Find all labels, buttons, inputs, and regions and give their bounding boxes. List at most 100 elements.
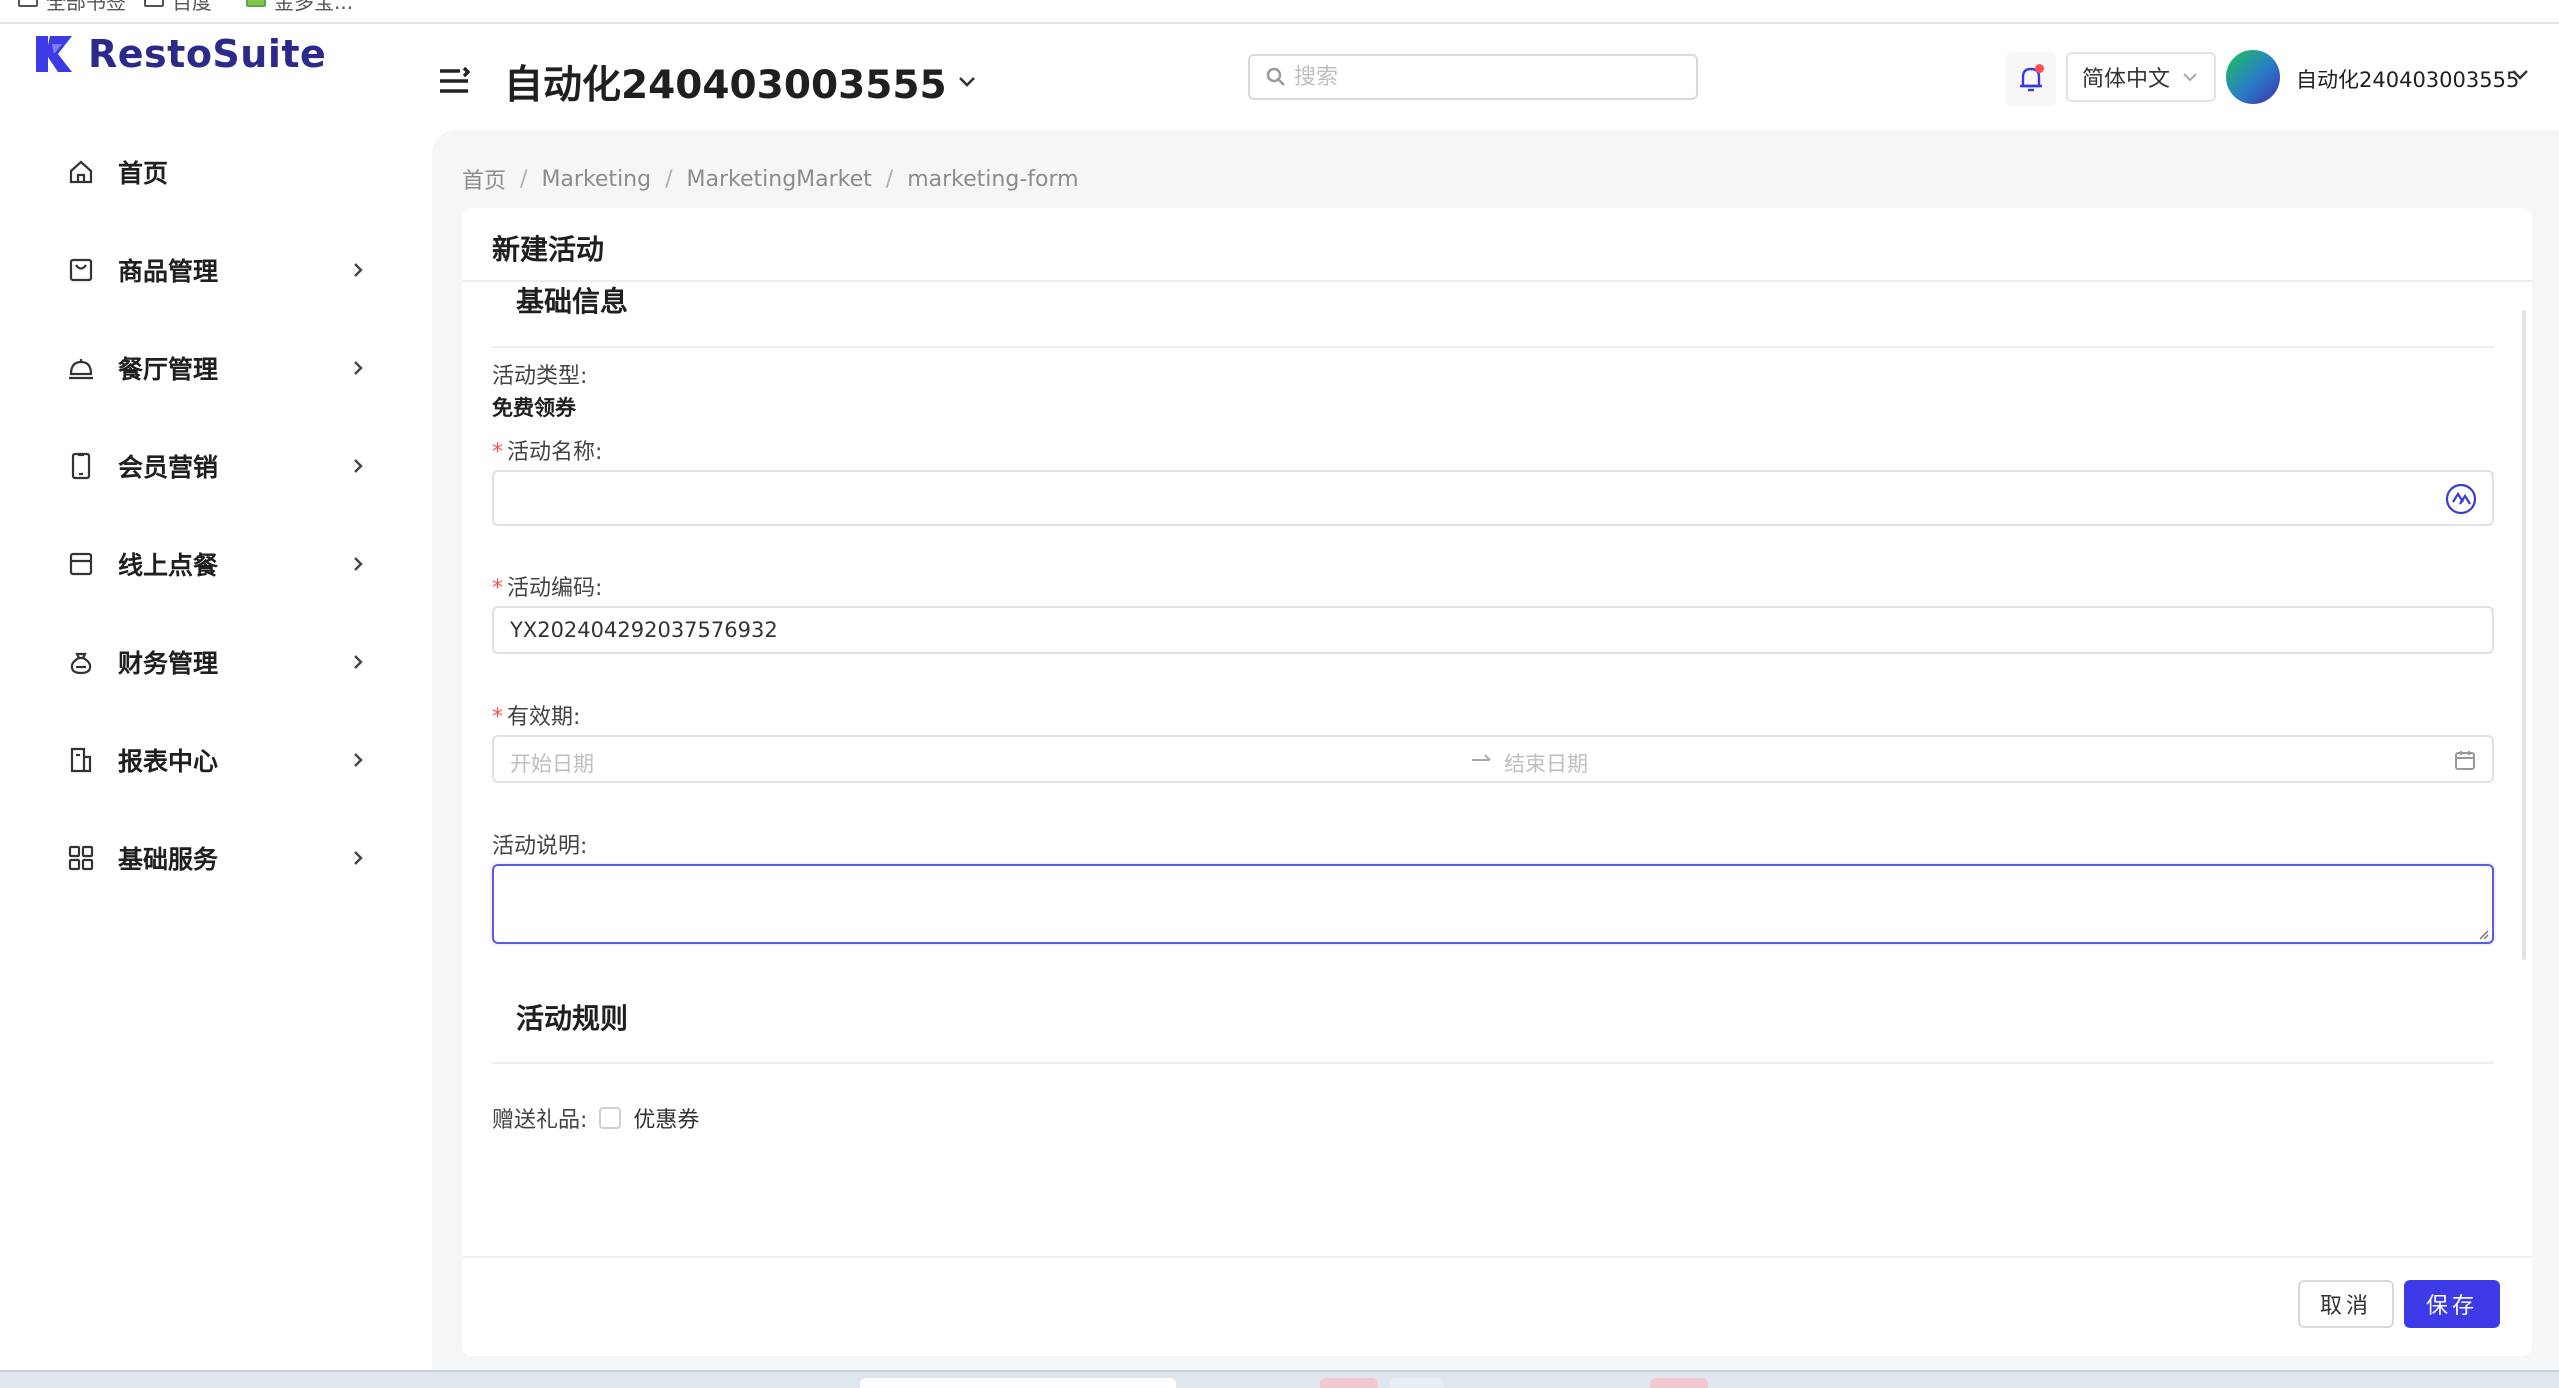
sidebar-item-label: 线上点餐 <box>118 551 219 580</box>
required-mark: * <box>492 440 503 465</box>
bookmark-site-icon <box>246 0 266 7</box>
activity-code-label: * 活动编码: <box>492 570 602 602</box>
store-name: 自动化240403003555 <box>504 63 947 108</box>
gift-label: 赠送礼品: <box>492 1108 588 1133</box>
sidebar-item-label: 财务管理 <box>118 649 219 678</box>
breadcrumb-marketing-market[interactable]: MarketingMarket <box>687 167 872 192</box>
sidebar-item-member-marketing[interactable]: 会员营销 <box>0 436 432 496</box>
validity-label: * 有效期: <box>492 699 580 731</box>
notification-button[interactable] <box>2006 52 2056 106</box>
chevron-down-icon <box>2512 70 2528 80</box>
save-button[interactable]: 保存 <box>2404 1280 2500 1328</box>
chevron-right-icon <box>350 360 366 376</box>
section-title-basic: 基础信息 <box>516 285 629 318</box>
breadcrumb-marketing[interactable]: Marketing <box>541 167 651 192</box>
translate-icon[interactable] <box>2444 482 2478 516</box>
report-icon <box>66 745 96 775</box>
page-title: 新建活动 <box>492 233 605 266</box>
required-mark: * <box>492 705 503 730</box>
activity-code-field[interactable] <box>492 606 2494 654</box>
taskbar-app[interactable] <box>1390 1378 1444 1388</box>
sidebar-item-online-ordering[interactable]: 线上点餐 <box>0 534 432 594</box>
bookmark-all[interactable]: 全部书签 <box>18 0 126 14</box>
sidebar-item-reports[interactable]: 报表中心 <box>0 730 432 790</box>
form-scroll-area[interactable]: 基础信息 活动类型: 免费领券 *活动名称: *活动编码: *有效期: 开始日期… <box>462 282 2532 1258</box>
description-textarea[interactable] <box>492 864 2494 944</box>
required-mark: * <box>492 576 503 601</box>
chevron-right-icon <box>350 556 366 572</box>
taskbar-app[interactable] <box>1320 1378 1378 1388</box>
cloche-icon <box>66 353 96 383</box>
chevron-right-icon <box>350 458 366 474</box>
brand-name: RestoSuite <box>88 32 327 76</box>
phone-icon <box>66 451 96 481</box>
label-text: 活动编码: <box>507 576 603 601</box>
breadcrumb-separator: / <box>885 166 894 192</box>
chevron-right-icon <box>350 262 366 278</box>
form-card: 新建活动 基础信息 活动类型: 免费领券 *活动名称: *活动编码: *有效期:… <box>462 208 2532 1356</box>
description-label: 活动说明: <box>492 834 588 859</box>
resize-grip-icon[interactable] <box>2477 927 2489 940</box>
coupon-checkbox-label[interactable]: 优惠券 <box>633 1102 699 1134</box>
footer-divider <box>462 1256 2532 1258</box>
calendar-icon <box>2454 749 2476 771</box>
sidebar-item-label: 基础服务 <box>118 845 219 874</box>
restosuite-logo-icon <box>36 36 72 72</box>
sidebar-item-basic-services[interactable]: 基础服务 <box>0 828 432 888</box>
activity-name-field[interactable] <box>492 470 2494 526</box>
sidebar <box>0 24 432 1368</box>
cancel-button[interactable]: 取消 <box>2298 1280 2394 1328</box>
avatar[interactable] <box>2226 50 2280 104</box>
activity-name-input[interactable] <box>510 486 2410 510</box>
end-date-input[interactable]: 结束日期 <box>1504 748 1588 778</box>
sidebar-item-restaurant[interactable]: 餐厅管理 <box>0 338 432 398</box>
box-icon <box>66 549 96 579</box>
sidebar-item-home[interactable]: 首页 <box>0 142 432 202</box>
language-select[interactable]: 简体中文 <box>2066 52 2216 102</box>
bookmark-baidu[interactable]: 百度 <box>144 0 212 14</box>
menu-toggle-button[interactable] <box>438 66 471 96</box>
start-date-input[interactable]: 开始日期 <box>510 748 594 778</box>
moneybag-icon <box>66 647 96 677</box>
coupon-checkbox[interactable] <box>599 1107 622 1129</box>
user-name[interactable]: 自动化240403003555 <box>2296 64 2519 94</box>
sidebar-item-label: 商品管理 <box>118 257 219 286</box>
label-text: 活动名称: <box>507 440 603 465</box>
sidebar-item-products[interactable]: 商品管理 <box>0 240 432 300</box>
taskbar-app[interactable] <box>1650 1378 1708 1388</box>
bag-icon <box>66 255 96 285</box>
os-taskbar <box>0 1370 2559 1388</box>
breadcrumb-home[interactable]: 首页 <box>462 163 506 195</box>
user-menu-chevron[interactable] <box>2510 68 2530 82</box>
search-icon <box>1266 67 1285 86</box>
store-switcher[interactable]: 自动化240403003555 <box>504 54 977 110</box>
breadcrumb-current: marketing-form <box>907 166 1079 192</box>
home-icon <box>66 157 96 187</box>
section-title-rules: 活动规则 <box>516 1002 629 1035</box>
label-text: 有效期: <box>507 705 581 730</box>
validity-date-range[interactable]: 开始日期 结束日期 <box>492 735 2494 783</box>
arrow-right-icon <box>1470 749 1492 767</box>
bookmark-folder-icon <box>18 0 38 7</box>
brand-logo[interactable]: RestoSuite <box>34 32 326 76</box>
sidebar-item-label: 首页 <box>118 159 169 188</box>
taskbar-window[interactable] <box>860 1378 1176 1388</box>
search-input[interactable] <box>1294 64 1674 90</box>
divider <box>492 1062 2494 1064</box>
sidebar-item-finance[interactable]: 财务管理 <box>0 632 432 692</box>
chevron-right-icon <box>350 752 366 768</box>
activity-code-input[interactable] <box>510 618 2410 642</box>
chevron-right-icon <box>350 654 366 670</box>
activity-name-label: * 活动名称: <box>492 434 602 466</box>
scrollbar-thumb[interactable] <box>2522 310 2526 960</box>
divider <box>492 346 2494 348</box>
bookmark-site[interactable]: 金多宝... <box>246 0 353 14</box>
chevron-down-icon <box>958 77 975 87</box>
search-box[interactable] <box>1248 54 1698 100</box>
chevron-down-icon <box>2183 73 2197 82</box>
grid-icon <box>66 843 96 873</box>
chevron-right-icon <box>350 850 366 866</box>
notification-dot <box>2035 64 2044 73</box>
language-value: 简体中文 <box>2082 67 2171 92</box>
sidebar-item-label: 报表中心 <box>118 747 219 776</box>
